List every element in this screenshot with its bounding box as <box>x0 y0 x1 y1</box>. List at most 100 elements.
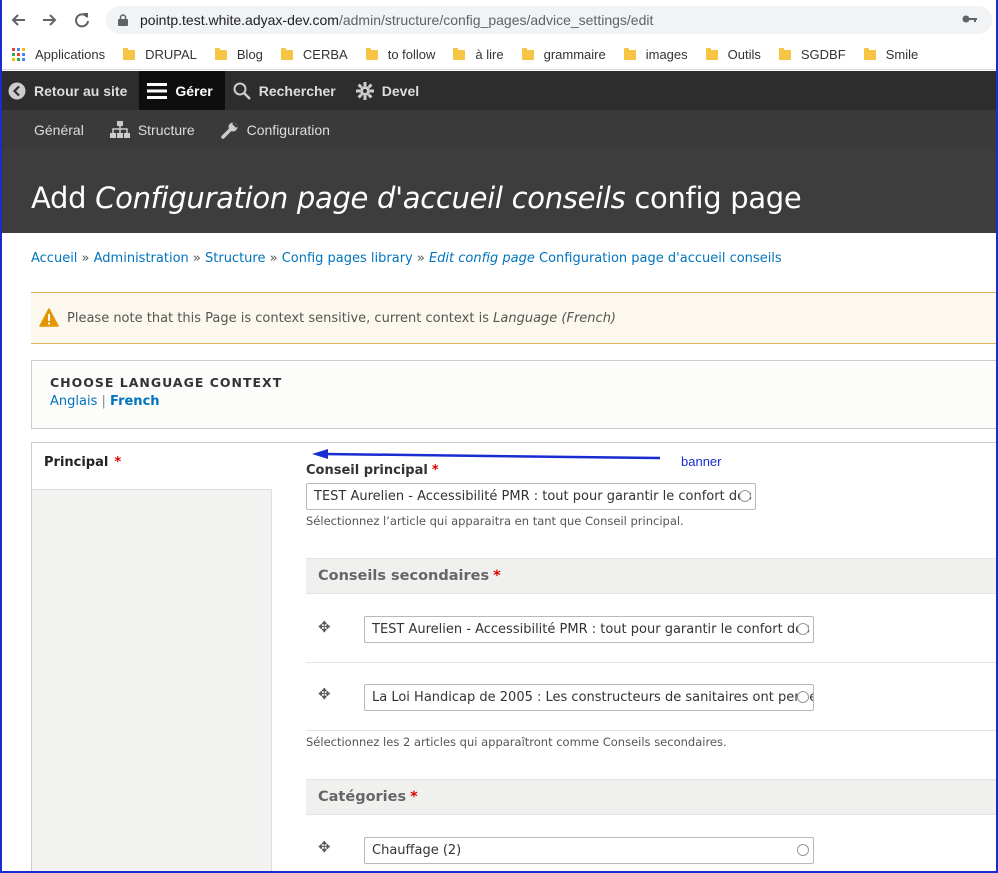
bookmark-folder[interactable]: SGDBF <box>778 47 846 62</box>
bookmark-label: DRUPAL <box>145 47 197 62</box>
sitemap-icon <box>109 120 130 138</box>
url-path: /admin/structure/config_pages/advice_set… <box>338 12 654 28</box>
chevron-left-circle-icon <box>8 82 26 99</box>
drag-handle-icon[interactable]: ✥ <box>318 618 331 636</box>
bookmark-label: à lire <box>475 47 504 62</box>
bookmark-label: CERBA <box>302 47 348 62</box>
gear-icon <box>355 81 374 100</box>
bookmark-folder[interactable]: grammaire <box>521 47 606 62</box>
bookmark-folder[interactable]: à lire <box>453 47 504 62</box>
categorie-value: Chauffage (2) <box>372 843 462 858</box>
language-separator: | <box>101 394 106 409</box>
language-links: Anglais | French <box>50 394 980 409</box>
folder-icon <box>778 47 791 60</box>
search-icon <box>233 82 251 100</box>
breadcrumb-edit-config-page[interactable]: Edit config page Configuration page d'ac… <box>429 251 782 266</box>
autocomplete-throbber-icon <box>797 623 809 635</box>
manage-label: Gérer <box>175 82 213 99</box>
bookmark-label: Smile <box>885 47 919 62</box>
bookmark-folder[interactable]: CERBA <box>280 47 348 62</box>
tray-label: Configuration <box>246 121 330 138</box>
folder-icon <box>705 47 718 60</box>
conseil-secondaire-value: TEST Aurelien - Accessibilité PMR : tout… <box>372 622 814 637</box>
folder-icon <box>521 47 534 60</box>
autocomplete-throbber-icon <box>797 844 809 856</box>
bookmark-label: to follow <box>387 47 436 62</box>
language-context-title: CHOOSE LANGUAGE CONTEXT <box>50 375 283 390</box>
annotation-label: banner <box>681 454 722 469</box>
forward-arrow-icon[interactable] <box>36 6 64 34</box>
bookmark-folder[interactable]: Smile <box>863 47 919 62</box>
url-host: pointp.test.white.adyax-dev.com <box>140 12 339 28</box>
page-header: Add Configuration page d'accueil conseil… <box>0 149 998 233</box>
admin-toolbar-tray: Général Structure Configuration <box>0 110 998 149</box>
conseil-secondaire-input-1[interactable]: TEST Aurelien - Accessibilité PMR : tout… <box>364 616 814 643</box>
conseil-secondaire-input-2[interactable]: La Loi Handicap de 2005 : Les constructe… <box>364 684 814 711</box>
bookmarks-bar: Applications DRUPAL Blog CERBA to follow… <box>0 40 998 70</box>
conseil-secondaire-value: La Loi Handicap de 2005 : Les constructe… <box>372 690 814 705</box>
categorie-input-1[interactable]: Chauffage (2) <box>364 837 814 864</box>
folder-icon <box>365 47 378 60</box>
drag-handle-icon[interactable]: ✥ <box>318 685 331 703</box>
manage-tab[interactable]: Gérer <box>139 71 225 110</box>
conseil-principal-input[interactable]: TEST Aurelien - Accessibilité PMR : tout… <box>306 483 756 510</box>
tab-principal-label: Principal <box>44 455 109 470</box>
apps-grid-icon <box>12 48 25 61</box>
conseils-secondaires-header: Conseils secondaires * <box>306 558 998 594</box>
back-to-site-label: Retour au site <box>34 82 128 99</box>
breadcrumb-home[interactable]: Accueil <box>31 251 77 266</box>
tray-item-general[interactable]: Général <box>34 122 84 138</box>
search-label: Rechercher <box>258 82 336 99</box>
tray-label: Général <box>34 121 84 138</box>
tray-label: Structure <box>137 121 195 138</box>
required-marker: * <box>114 455 122 470</box>
folder-icon <box>863 47 876 60</box>
categories-header: Catégories * <box>306 779 998 815</box>
devel-tab[interactable]: Devel <box>348 71 431 110</box>
back-to-site-link[interactable]: Retour au site <box>0 71 139 110</box>
page-title: Add Configuration page d'accueil conseil… <box>31 181 802 215</box>
tray-item-structure[interactable]: Structure <box>109 120 195 139</box>
bookmark-applications[interactable]: Applications <box>12 47 105 62</box>
conseil-principal-value: TEST Aurelien - Accessibilité PMR : tout… <box>314 489 756 504</box>
back-arrow-icon[interactable] <box>4 6 32 34</box>
reload-icon[interactable] <box>68 6 96 34</box>
folder-icon <box>280 47 293 60</box>
tray-item-configuration[interactable]: Configuration <box>220 121 330 139</box>
conseil-principal-label: Conseil principal * <box>306 463 439 478</box>
tab-principal[interactable]: Principal * <box>32 443 272 490</box>
folder-icon <box>214 47 227 60</box>
warning-text: Please note that this Page is context se… <box>67 310 617 326</box>
folder-icon <box>123 47 136 60</box>
bookmark-folder[interactable]: Outils <box>705 47 761 62</box>
bookmark-label: Blog <box>236 47 263 62</box>
folder-icon <box>453 47 466 60</box>
warning-icon <box>39 308 59 327</box>
conseil-principal-description: Sélectionnez l’article qui apparaitra en… <box>306 514 684 528</box>
breadcrumb-structure[interactable]: Structure <box>205 251 265 266</box>
language-link-anglais[interactable]: Anglais <box>50 394 97 409</box>
bookmark-folder[interactable]: DRUPAL <box>123 47 197 62</box>
vertical-tabs-menu: Principal * <box>32 443 272 873</box>
bookmark-folder[interactable]: images <box>623 47 688 62</box>
key-icon[interactable] <box>962 12 978 28</box>
search-tab[interactable]: Rechercher <box>225 71 348 110</box>
autocomplete-throbber-icon <box>797 691 809 703</box>
address-bar[interactable]: pointp.test.white.adyax-dev.com/admin/st… <box>106 6 992 34</box>
bookmark-folder[interactable]: to follow <box>365 47 436 62</box>
bookmark-folder[interactable]: Blog <box>214 47 263 62</box>
autocomplete-throbber-icon <box>739 490 751 502</box>
hamburger-icon <box>147 82 168 99</box>
conseils-secondaires-description: Sélectionnez les 2 articles qui apparaît… <box>306 735 727 749</box>
breadcrumb-administration[interactable]: Administration <box>94 251 189 266</box>
breadcrumb-config-pages-library[interactable]: Config pages library <box>282 251 413 266</box>
row-divider <box>306 662 998 663</box>
bookmark-label: images <box>645 47 688 62</box>
language-link-french[interactable]: French <box>110 394 160 409</box>
drag-handle-icon[interactable]: ✥ <box>318 838 331 856</box>
wrench-icon <box>220 121 238 139</box>
row-divider <box>306 730 998 731</box>
bookmark-label: SGDBF <box>800 47 846 62</box>
breadcrumb: Accueil » Administration » Structure » C… <box>31 251 782 266</box>
bookmark-label: grammaire <box>543 47 606 62</box>
